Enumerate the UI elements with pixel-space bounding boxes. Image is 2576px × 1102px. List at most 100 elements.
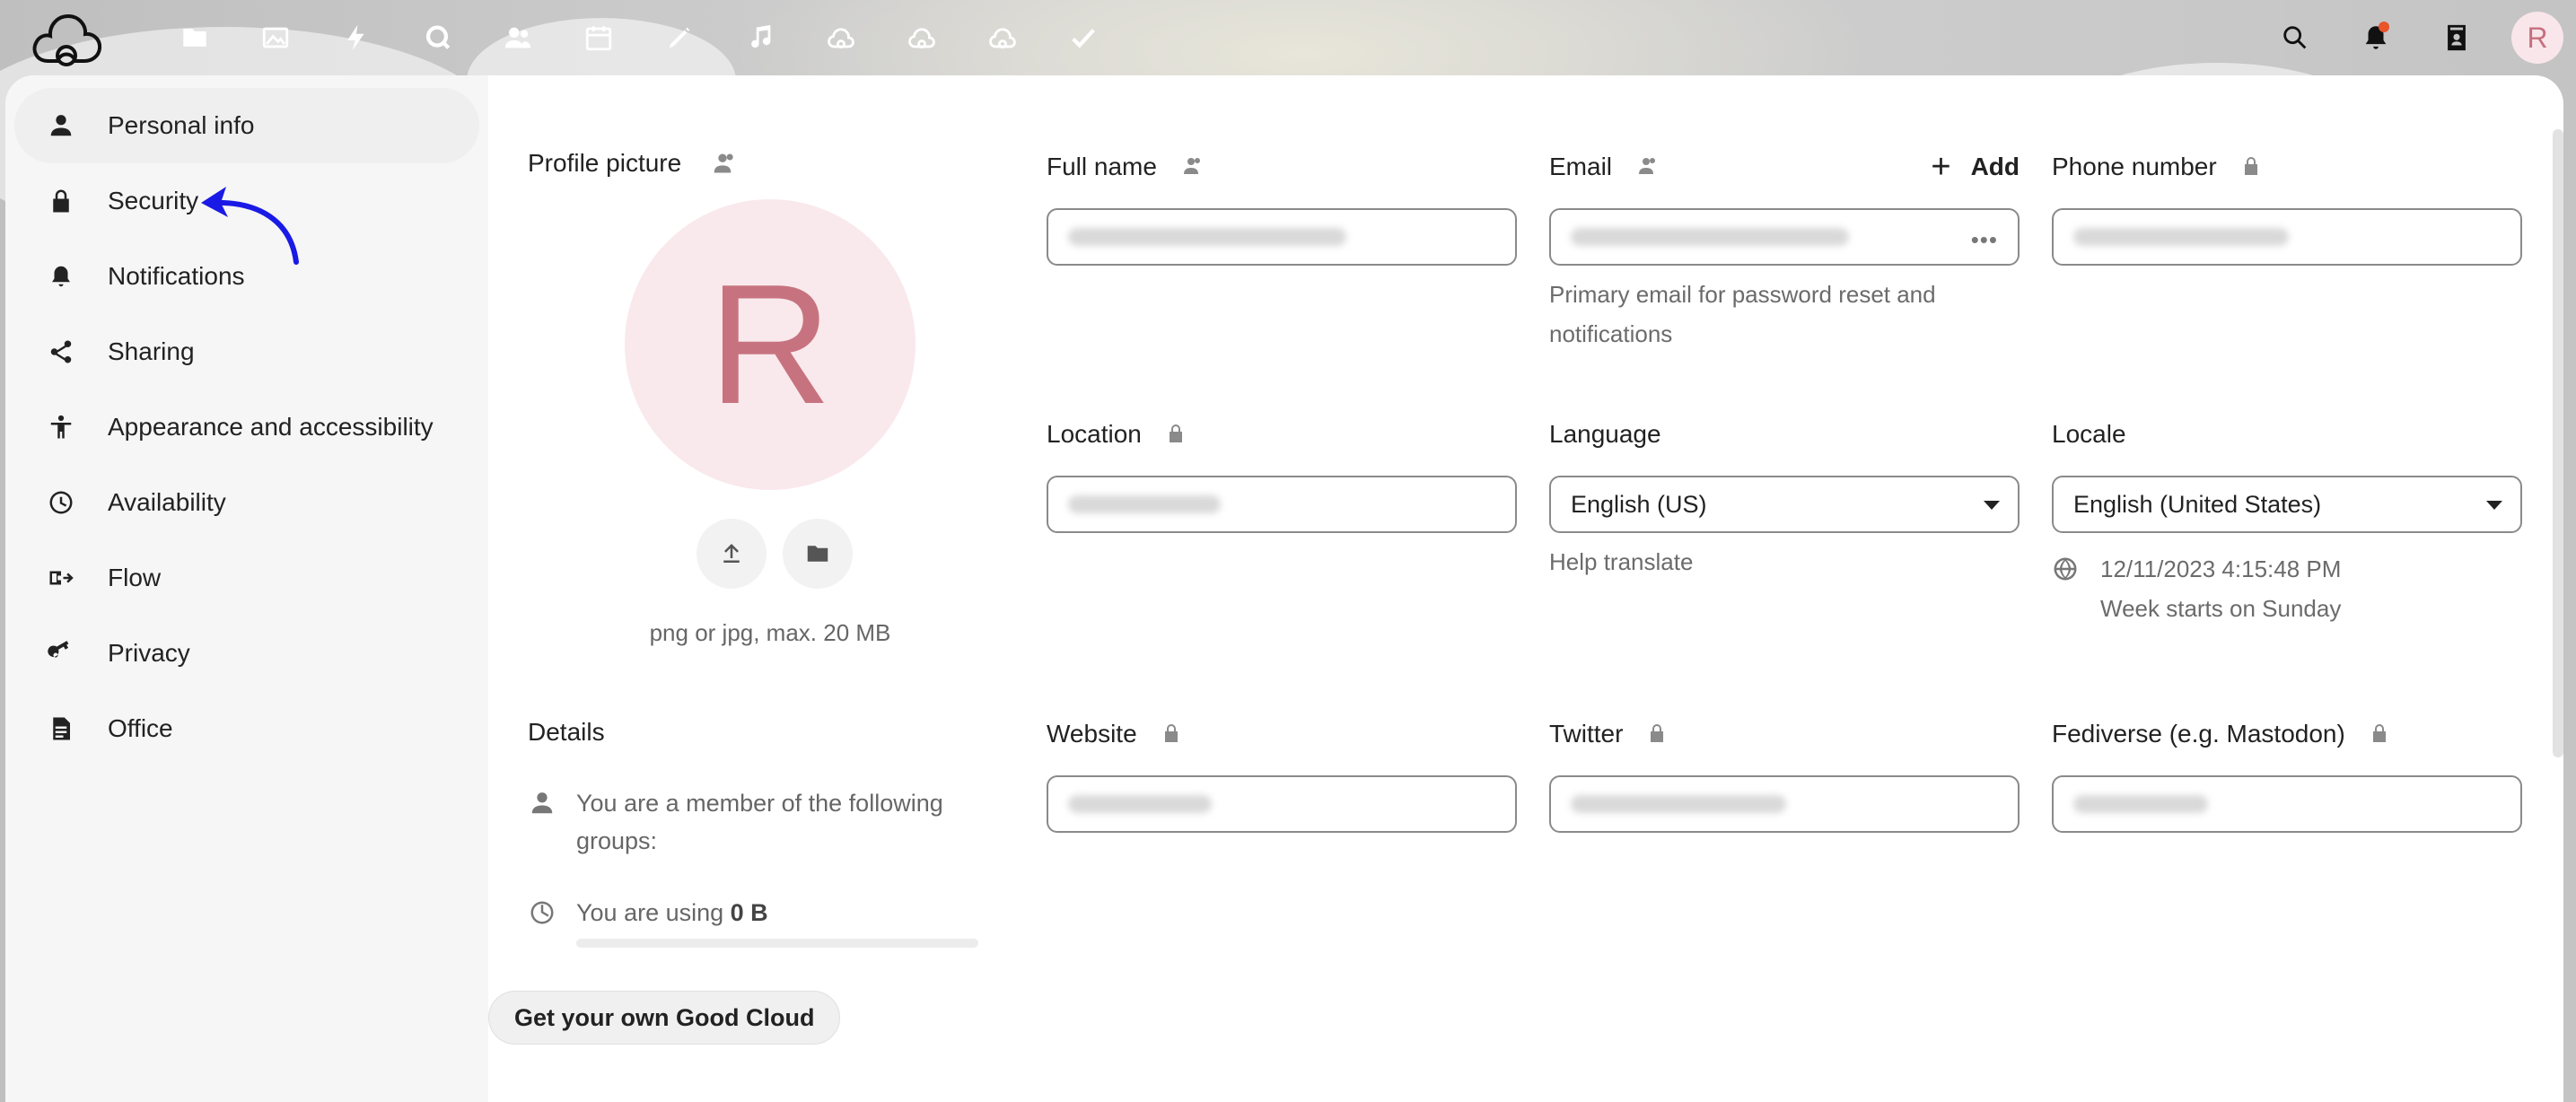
get-own-cloud-button[interactable]: Get your own Good Cloud [488, 991, 841, 1045]
key-icon [47, 639, 75, 668]
phone-input[interactable] [2052, 208, 2522, 266]
sidebar-item-personal-info[interactable]: Personal info [14, 88, 479, 163]
pie-chart-icon [528, 894, 556, 931]
plus-icon: + [1931, 148, 1951, 186]
talk-icon[interactable] [397, 16, 478, 59]
lock-icon[interactable] [1646, 722, 1669, 746]
sidebar-item-sharing[interactable]: Sharing [14, 314, 479, 389]
clock-icon [47, 488, 75, 517]
quota-info: You are using 0 B [528, 894, 768, 931]
photos-icon[interactable] [235, 16, 316, 59]
locale-datetime: 12/11/2023 4:15:48 PM [2100, 555, 2342, 582]
tasks-icon[interactable] [1043, 16, 1124, 59]
lock-icon[interactable] [1165, 423, 1188, 446]
location-field: Location [1047, 416, 1517, 533]
activity-icon[interactable] [316, 16, 397, 59]
quota-value: 0 B [730, 899, 768, 926]
sidebar-item-office[interactable]: Office [14, 691, 479, 766]
twitter-input[interactable] [1549, 775, 2020, 833]
document-icon [47, 714, 75, 743]
globe-icon [2052, 549, 2081, 589]
contacts-book-icon [2448, 24, 2466, 51]
search-button[interactable] [2255, 9, 2335, 66]
choose-from-files-button[interactable] [783, 519, 853, 589]
lock-icon[interactable] [2240, 155, 2264, 179]
location-input[interactable] [1047, 476, 1517, 533]
phone-field: Phone number [2052, 149, 2522, 266]
locale-preview: 12/11/2023 4:15:48 PM Week starts on Sun… [2052, 549, 2522, 628]
profile-picture-heading: Profile picture [528, 149, 735, 178]
user-avatar[interactable]: R [2511, 12, 2563, 64]
full-name-input[interactable] [1047, 208, 1517, 266]
annotation-arrow-icon [201, 187, 299, 265]
upload-picture-button[interactable] [697, 519, 767, 589]
sidebar-item-label: Office [108, 714, 173, 742]
locale-select[interactable]: English (United States) [2052, 476, 2522, 533]
chevron-down-icon [2486, 501, 2502, 510]
sidebar-item-label: Sharing [108, 337, 195, 365]
sidebar-item-label: Personal info [108, 111, 255, 139]
visibility-scope-icon[interactable] [710, 151, 735, 176]
language-label: Language [1549, 420, 1661, 448]
fediverse-input[interactable] [2052, 775, 2522, 833]
quota-text: You are using 0 B [576, 899, 768, 926]
sidebar-item-appearance[interactable]: Appearance and accessibility [14, 389, 479, 465]
contacts-menu-button[interactable] [2416, 9, 2497, 66]
music-icon[interactable] [720, 16, 801, 59]
upload-icon [723, 544, 740, 563]
more-options-icon[interactable]: ••• [1971, 226, 1998, 254]
locale-value: English (United States) [2073, 490, 2322, 518]
content-scrollbar[interactable] [2553, 129, 2563, 757]
email-input[interactable]: ••• [1549, 208, 2020, 266]
sidebar-item-label: Privacy [108, 639, 190, 667]
cloud-icon-3[interactable] [962, 16, 1043, 59]
help-translate-link[interactable]: Help translate [1549, 542, 2020, 582]
flow-icon [47, 564, 75, 592]
locale-field: Locale English (United States) 12/11/202… [2052, 416, 2522, 628]
visibility-scope-icon[interactable] [1180, 155, 1204, 179]
accessibility-icon [47, 413, 75, 442]
cloud-icon-2[interactable] [881, 16, 962, 59]
settings-sidebar: Personal info Security Notifications Sha… [5, 75, 488, 1102]
email-label: Email + Add [1549, 148, 2020, 186]
sidebar-item-privacy[interactable]: Privacy [14, 616, 479, 691]
location-label: Location [1047, 416, 1517, 452]
contacts-icon[interactable] [478, 16, 558, 59]
locale-label: Locale [2052, 420, 2126, 448]
notifications-button[interactable] [2335, 9, 2416, 66]
calendar-icon[interactable] [558, 16, 639, 59]
top-header: R [0, 0, 2576, 75]
groups-text: You are a member of the following groups… [576, 790, 943, 854]
cloud-icon-1[interactable] [801, 16, 881, 59]
sidebar-item-label: Flow [108, 564, 162, 591]
lock-icon[interactable] [1161, 722, 1184, 746]
settings-card: Personal info Security Notifications Sha… [5, 75, 2563, 1102]
twitter-label: Twitter [1549, 716, 2020, 752]
twitter-field: Twitter [1549, 716, 2020, 833]
full-name-field: Full name [1047, 149, 1517, 266]
quota-progress-bar [576, 939, 978, 948]
language-select[interactable]: English (US) [1549, 476, 2020, 533]
sidebar-item-label: Security [108, 187, 199, 214]
chevron-down-icon [1984, 501, 2000, 510]
profile-picture-hint: png or jpg, max. 20 MB [649, 619, 891, 646]
lock-icon[interactable] [2369, 722, 2392, 746]
user-icon [528, 784, 556, 822]
notes-icon[interactable] [639, 16, 720, 59]
visibility-scope-icon[interactable] [1635, 155, 1659, 179]
details-heading: Details [528, 718, 605, 746]
language-field: Language English (US) Help translate [1549, 416, 2020, 582]
sidebar-item-label: Availability [108, 488, 226, 516]
sidebar-item-flow[interactable]: Flow [14, 540, 479, 616]
locale-week-start: Week starts on Sunday [2100, 595, 2342, 622]
files-icon[interactable] [154, 16, 235, 59]
cloud-logo-icon[interactable] [29, 9, 104, 66]
profile-picture-actions [697, 519, 853, 589]
website-input[interactable] [1047, 775, 1517, 833]
sidebar-item-availability[interactable]: Availability [14, 465, 479, 540]
fediverse-label: Fediverse (e.g. Mastodon) [2052, 716, 2522, 752]
email-hint: Primary email for password reset and not… [1549, 281, 1936, 347]
language-value: English (US) [1571, 490, 1707, 518]
add-email-button[interactable]: + Add [1931, 149, 2020, 185]
profile-avatar: R [625, 199, 916, 490]
